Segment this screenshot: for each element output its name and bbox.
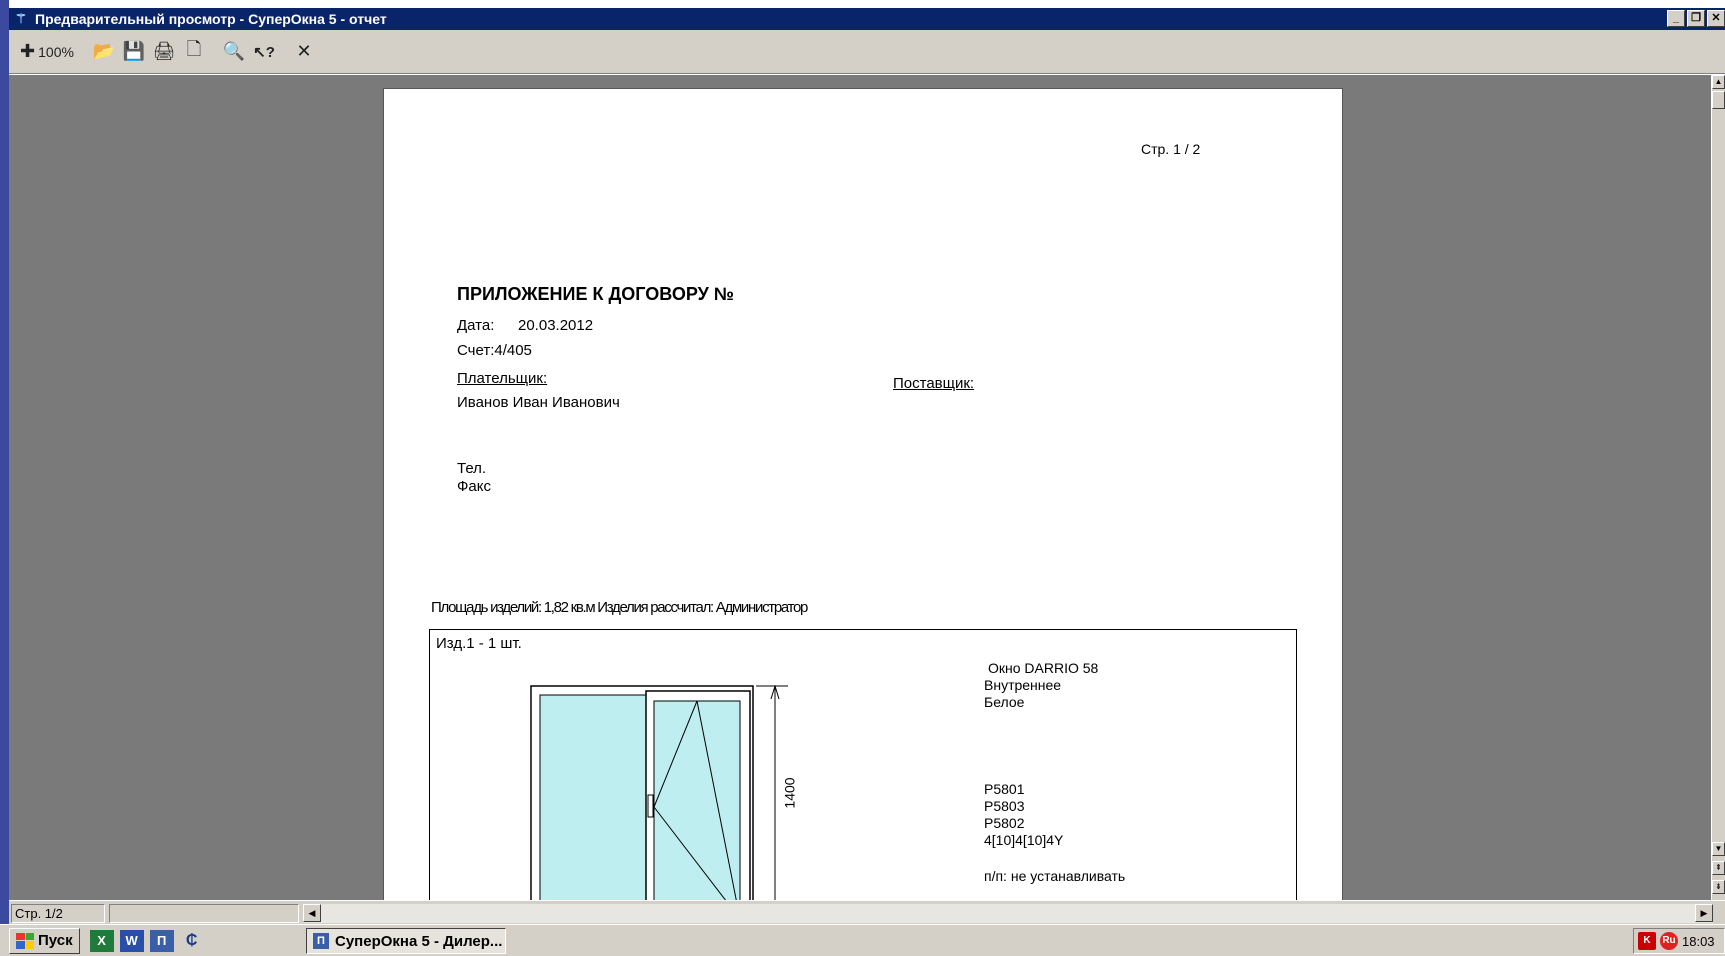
app-icon: ⚚: [15, 11, 27, 26]
status-panel: [109, 904, 299, 923]
phone-label: Тел.: [457, 460, 487, 477]
clock: 18:03: [1682, 933, 1715, 949]
find-icon[interactable]: 🔍: [221, 38, 247, 66]
item-color: Белое: [984, 694, 1025, 710]
minimize-button[interactable]: _: [1667, 10, 1685, 27]
save-icon[interactable]: 💾: [121, 38, 147, 66]
page-setup-icon[interactable]: 🗋: [181, 38, 207, 66]
zoom-icon: ✚: [20, 41, 36, 61]
status-bar: Стр. 1/2 ◀ ▶: [9, 900, 1725, 924]
zoom-label: 100%: [38, 43, 74, 60]
excel-icon[interactable]: X: [89, 929, 114, 952]
item-card: Изд.1 - 1 шт. 1400 Окно DARRIO 58 Внутре…: [429, 629, 1297, 900]
date-label: Дата:: [457, 317, 495, 334]
area-summary: Площадь изделий: 1,82 кв.м Изделия рассч…: [431, 599, 808, 616]
window-drawing: [530, 685, 788, 900]
preview-viewport[interactable]: Стр. 1 / 2 ПРИЛОЖЕНИЕ К ДОГОВОРУ № Дата:…: [9, 75, 1715, 900]
scroll-thumb[interactable]: [1712, 91, 1725, 109]
kaspersky-icon[interactable]: K: [1638, 932, 1656, 950]
word-icon[interactable]: W: [119, 929, 144, 952]
scroll-up-icon[interactable]: ▲: [1712, 75, 1725, 89]
item-properties: Окно DARRIO 58 Внутреннее Белое: [984, 660, 1098, 711]
currency-icon[interactable]: ₵: [179, 929, 204, 952]
taskbar: Пуск X W П ₵ П СуперОкна 5 - Дилер... K …: [0, 924, 1725, 956]
horizontal-scrollbar[interactable]: ◀ ▶: [303, 904, 1713, 923]
print-icon[interactable]: 🖨: [151, 38, 177, 66]
help-pointer-icon[interactable]: ↖?: [251, 38, 277, 66]
restore-button[interactable]: ❐: [1687, 10, 1705, 27]
payer-name: Иванов Иван Иванович: [457, 394, 620, 411]
prev-page-icon[interactable]: ⇞: [1712, 861, 1725, 875]
task-label: СуперОкна 5 - Дилер...: [335, 932, 503, 950]
windows-logo-icon: [16, 932, 34, 949]
item-codes: P5801 P5803 P5802 4[10]4[10]4Y: [984, 781, 1063, 849]
supplier-label: Поставщик:: [893, 375, 975, 392]
language-icon[interactable]: Ru: [1660, 932, 1678, 950]
window-title: Предварительный просмотр - СуперОкна 5 -…: [35, 11, 387, 27]
toolbar: ✚ 100% 📂 💾 🖨 🗋 🔍 ↖? ✕: [9, 30, 1725, 74]
scroll-left-icon[interactable]: ◀: [303, 904, 321, 922]
desktop-edge: [0, 0, 9, 956]
open-folder-icon[interactable]: 📂: [91, 38, 117, 66]
item-note: п/п: не устанавливать: [984, 868, 1126, 884]
scroll-down-icon[interactable]: ▼: [1712, 842, 1725, 856]
app-task-icon: П: [313, 933, 329, 949]
payer-label: Плательщик:: [457, 370, 548, 387]
item-type: Внутреннее: [984, 677, 1062, 693]
start-label: Пуск: [38, 932, 73, 949]
fax-label: Факс: [457, 478, 491, 495]
scroll-right-icon[interactable]: ▶: [1695, 904, 1713, 922]
superokna-icon[interactable]: П: [149, 929, 174, 952]
page-number: Стр. 1 / 2: [1141, 141, 1201, 157]
item-model: Окно DARRIO 58: [988, 660, 1099, 676]
vertical-scrollbar[interactable]: ▲ ▼ ⇞ ⇟: [1711, 75, 1725, 900]
code-item: P5803: [984, 798, 1025, 814]
code-item: P5801: [984, 781, 1025, 797]
status-page: Стр. 1/2: [11, 904, 105, 923]
start-button[interactable]: Пуск: [9, 927, 80, 954]
system-tray: K Ru 18:03: [1633, 928, 1725, 954]
taskbar-window-button[interactable]: П СуперОкна 5 - Дилер...: [306, 928, 506, 954]
close-preview-icon[interactable]: ✕: [291, 38, 317, 66]
date-value: 20.03.2012: [518, 317, 594, 334]
code-item: 4[10]4[10]4Y: [984, 832, 1064, 848]
close-button[interactable]: ✕: [1707, 10, 1725, 27]
report-page: Стр. 1 / 2 ПРИЛОЖЕНИЕ К ДОГОВОРУ № Дата:…: [383, 88, 1343, 900]
zoom-button[interactable]: ✚ 100%: [17, 38, 77, 66]
height-dimension: 1400: [781, 777, 798, 809]
item-header: Изд.1 - 1 шт.: [436, 635, 522, 652]
document-title: ПРИЛОЖЕНИЕ К ДОГОВОРУ №: [457, 284, 734, 304]
invoice-number: Счет:4/405: [457, 342, 532, 359]
code-item: P5802: [984, 815, 1025, 831]
title-bar: ⚚ Предварительный просмотр - СуперОкна 5…: [9, 8, 1725, 30]
next-page-icon[interactable]: ⇟: [1712, 880, 1725, 894]
